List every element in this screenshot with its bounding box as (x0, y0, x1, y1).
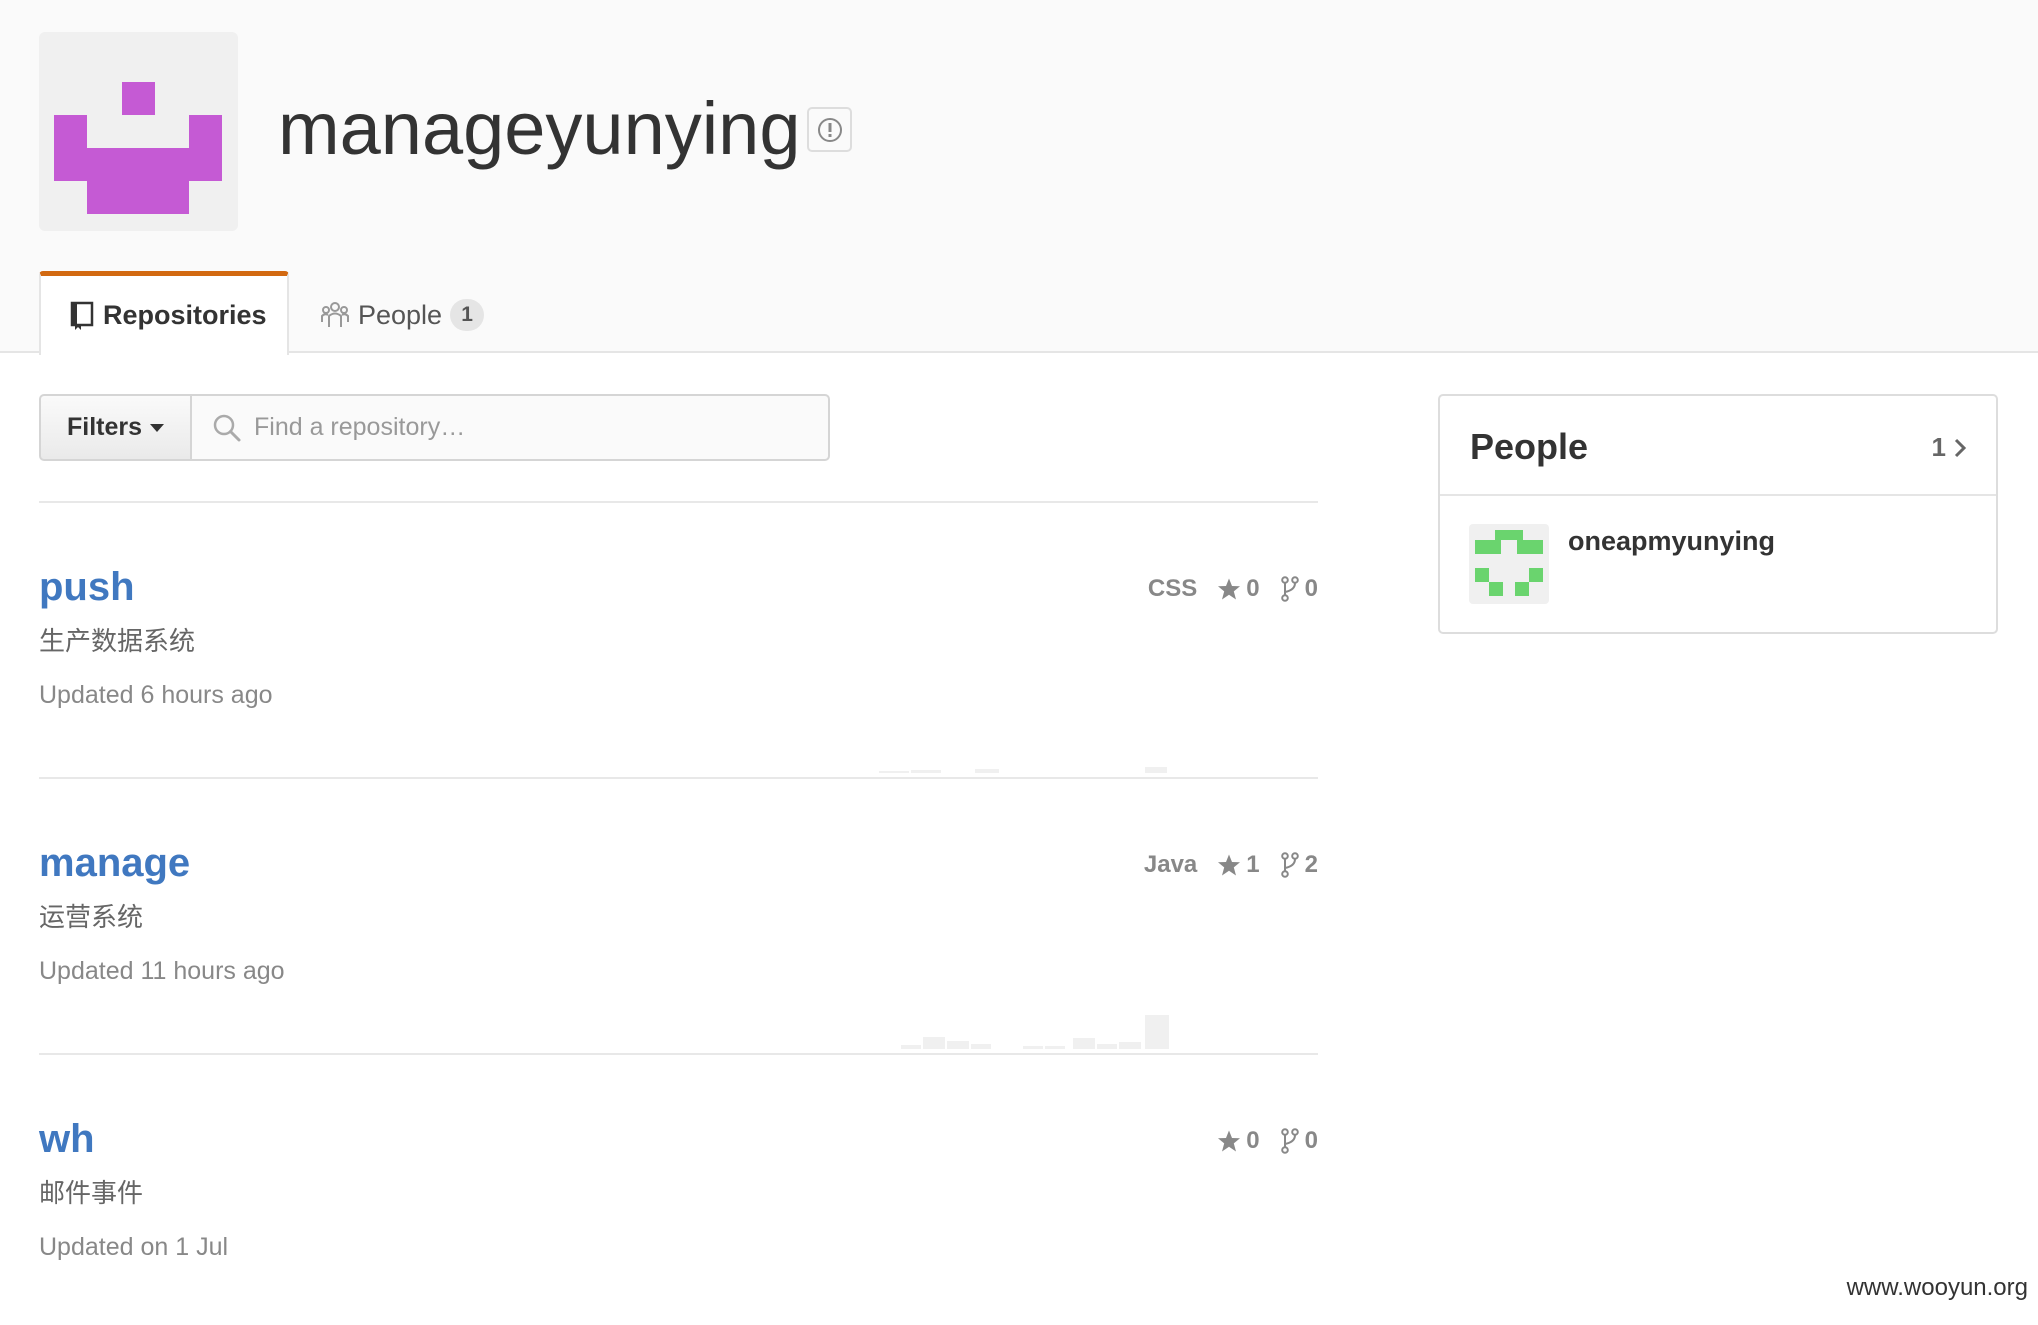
repo-stats: 0 0 (1217, 1127, 1318, 1155)
identicon-icon (54, 82, 222, 214)
repo-search-input[interactable] (252, 412, 816, 443)
people-icon (321, 302, 349, 327)
people-count-badge: 1 (450, 299, 485, 331)
people-panel-header: People 1 (1440, 396, 1996, 496)
tab-people[interactable]: People 1 (320, 290, 485, 340)
org-header: manageyunying Repositories People 1 (0, 0, 2038, 355)
repo-item: wh 邮件事件 Updated on 1 Jul 0 0 (39, 1115, 1318, 1325)
forks-link[interactable]: 0 (1280, 1127, 1318, 1155)
repo-item: push 生产数据系统 Updated 6 hours ago CSS 0 0 (39, 563, 1318, 773)
star-icon (1218, 1130, 1241, 1152)
org-name: manageyunying (278, 87, 801, 170)
avatar[interactable] (1469, 524, 1549, 604)
forks-count: 0 (1304, 1127, 1318, 1154)
filters-button-label: Filters (66, 413, 143, 441)
activity-graph (901, 1015, 1169, 1049)
activity-graph (879, 767, 1167, 773)
member-login-link[interactable]: oneapmyunying (1568, 526, 1775, 557)
stars-count: 0 (1246, 1127, 1260, 1154)
fork-icon (1280, 1128, 1299, 1154)
people-panel: People 1 oneapmyunying (1438, 394, 1998, 634)
report-button[interactable] (807, 107, 852, 152)
filters-button[interactable]: Filters (39, 394, 192, 461)
caret-down-icon (150, 423, 165, 432)
divider (39, 1053, 1318, 1055)
alert-icon (817, 117, 842, 142)
chevron-right-icon (1954, 438, 1967, 457)
stars-link[interactable]: 0 (1217, 1127, 1260, 1155)
repo-description: 邮件事件 (39, 1178, 144, 1208)
tab-people-label: People (358, 299, 443, 330)
repo-book-icon (70, 301, 94, 330)
people-count-link[interactable]: 1 (1932, 432, 1968, 463)
repo-name-link[interactable]: wh (39, 1115, 95, 1163)
repo-updated: Updated on 1 Jul (39, 1233, 229, 1261)
people-panel-title: People (1470, 426, 1589, 467)
repo-item: manage 运营系统 Updated 11 hours ago Java 1 … (39, 839, 1318, 1049)
divider (39, 777, 1318, 779)
watermark: www.wooyun.org (1846, 1274, 2028, 1301)
identicon-icon (1475, 530, 1543, 596)
divider (39, 501, 1318, 503)
search-icon (213, 414, 241, 441)
org-avatar[interactable] (39, 32, 238, 231)
people-panel-count: 1 (1931, 432, 1946, 462)
tab-repositories[interactable]: Repositories (39, 271, 289, 355)
repo-search[interactable] (190, 394, 830, 461)
tab-repositories-label: Repositories (103, 300, 267, 330)
